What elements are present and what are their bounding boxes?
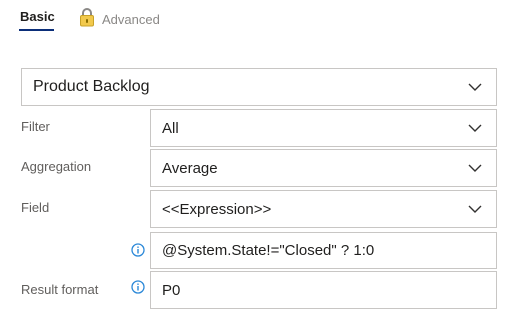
field-select[interactable]: <<Expression>> [150, 190, 497, 228]
lock-icon [79, 7, 95, 27]
tab-basic[interactable]: Basic [20, 9, 55, 24]
aggregation-select-value: Average [162, 159, 218, 177]
info-icon[interactable] [131, 243, 145, 257]
chevron-down-icon [468, 83, 482, 91]
tab-basic-underline [19, 29, 54, 31]
backlog-select-value: Product Backlog [33, 78, 150, 95]
aggregation-label: Aggregation [21, 159, 92, 174]
filter-select-value: All [162, 119, 179, 137]
filter-select[interactable]: All [150, 109, 497, 147]
tab-advanced[interactable]: Advanced [79, 7, 160, 29]
tab-advanced-label: Advanced [102, 11, 160, 27]
expression-input[interactable]: @System.State!="Closed" ? 1:0 [150, 232, 497, 269]
chevron-down-icon [468, 205, 482, 213]
filter-label: Filter [21, 119, 50, 134]
result-format-input-value: P0 [162, 281, 181, 299]
result-format-label: Result format [21, 282, 99, 297]
expression-input-value: @System.State!="Closed" ? 1:0 [162, 242, 375, 259]
field-select-value: <<Expression>> [162, 200, 272, 218]
backlog-select[interactable]: Product Backlog [21, 68, 497, 106]
chevron-down-icon [468, 164, 482, 172]
field-label: Field [21, 200, 50, 215]
result-format-input[interactable]: P0 [150, 271, 497, 309]
chevron-down-icon [468, 124, 482, 132]
tab-basic-label: Basic [20, 9, 55, 24]
aggregation-select[interactable]: Average [150, 149, 497, 187]
info-icon[interactable] [131, 280, 145, 294]
